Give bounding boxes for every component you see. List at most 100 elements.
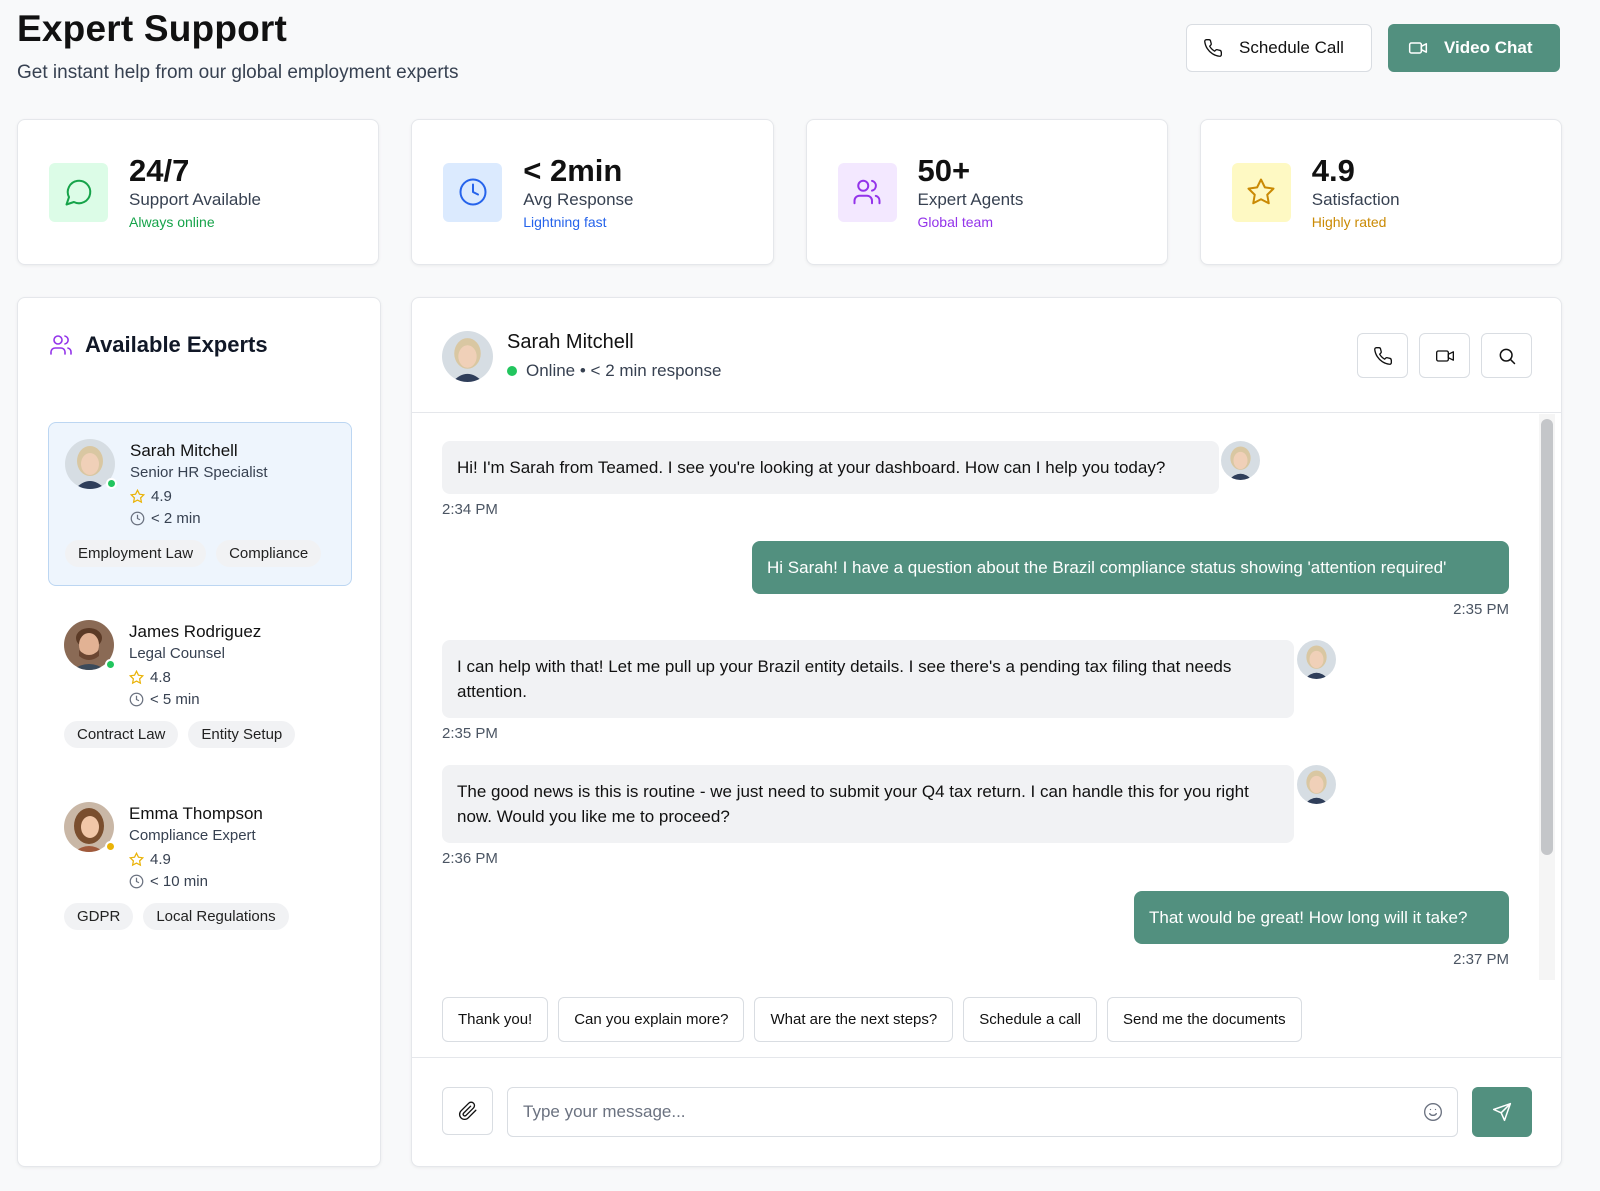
stat-icon-box — [837, 162, 897, 222]
stat-value: < 2min — [523, 152, 623, 188]
attach-button[interactable] — [442, 1087, 493, 1135]
message-list[interactable]: Hi! I'm Sarah from Teamed. I see you're … — [412, 414, 1561, 980]
stat-value: 4.9 — [1311, 152, 1355, 188]
message-incoming: Hi! I'm Sarah from Teamed. I see you're … — [442, 441, 1219, 494]
message-incoming: I can help with that! Let me pull up you… — [442, 640, 1294, 718]
call-button[interactable] — [1357, 333, 1408, 378]
avatar — [1221, 441, 1260, 480]
stat-label: Support Available — [129, 190, 262, 210]
quick-reply-send-documents[interactable]: Send me the documents — [1106, 996, 1302, 1042]
expert-name: Sarah Mitchell — [130, 441, 238, 460]
stat-card-agents: 50+ Expert Agents Global team — [805, 119, 1168, 265]
search-icon — [1499, 348, 1515, 364]
avatar — [1297, 640, 1336, 679]
star-icon — [130, 489, 145, 504]
expert-card-emma[interactable]: Emma Thompson Compliance Expert 4.9 < 10… — [48, 786, 352, 950]
clock-icon — [459, 178, 487, 206]
schedule-call-label: Schedule Call — [1239, 38, 1344, 57]
stat-note: Lightning fast — [523, 214, 607, 231]
clock-icon — [129, 874, 144, 889]
expert-rating: 4.8 — [129, 669, 261, 686]
schedule-call-button[interactable]: Schedule Call — [1186, 24, 1372, 72]
tag: Entity Setup — [188, 721, 296, 748]
response-value: < 10 min — [150, 873, 208, 890]
stat-icon-box — [443, 162, 503, 222]
clock-icon — [130, 511, 145, 526]
expert-role: Compliance Expert — [129, 827, 256, 844]
stat-card-satisfaction: 4.9 Satisfaction Highly rated — [1199, 119, 1562, 265]
chat-actions — [1357, 333, 1532, 378]
tag: Contract Law — [64, 721, 179, 748]
rating-value: 4.9 — [150, 851, 171, 868]
experts-title: Available Experts — [85, 332, 268, 357]
stat-value: 24/7 — [129, 152, 190, 188]
avatar — [64, 620, 116, 670]
paperclip-icon — [458, 1101, 476, 1121]
video-call-button[interactable] — [1419, 333, 1470, 378]
message-input[interactable] — [508, 1088, 1457, 1136]
users-icon — [50, 335, 72, 355]
stat-icon-box — [49, 162, 108, 222]
message-outgoing: Hi Sarah! I have a question about the Br… — [752, 541, 1509, 594]
send-button[interactable] — [1472, 1087, 1532, 1137]
message-time: 2:35 PM — [442, 725, 498, 742]
stat-card-support: 24/7 Support Available Always online — [17, 119, 380, 265]
avatar — [442, 331, 493, 382]
message-time: 2:37 PM — [1453, 951, 1509, 968]
search-button[interactable] — [1481, 333, 1532, 378]
page-header: Expert Support Get instant help from our… — [17, 8, 1560, 108]
stat-label: Satisfaction — [1311, 190, 1400, 210]
message-composer — [442, 1087, 1532, 1137]
star-icon — [129, 852, 144, 867]
expert-response-time: < 2 min — [130, 510, 268, 527]
expert-role: Legal Counsel — [129, 645, 225, 662]
avatar — [1297, 765, 1336, 804]
away-status-dot — [105, 841, 116, 852]
stat-icon-box — [1231, 162, 1291, 222]
chat-panel: Sarah Mitchell Online • < 2 min response… — [411, 297, 1562, 1167]
expert-name: James Rodriguez — [129, 622, 262, 641]
stat-note: Always online — [129, 214, 215, 231]
rating-value: 4.8 — [150, 669, 171, 686]
users-icon — [853, 179, 881, 205]
response-value: < 2 min — [151, 510, 201, 527]
header-actions: Schedule Call Video Chat — [1186, 24, 1560, 72]
stat-label: Expert Agents — [917, 190, 1024, 210]
phone-icon — [1373, 346, 1392, 365]
stat-label: Avg Response — [523, 190, 634, 210]
chat-contact-name: Sarah Mitchell — [507, 331, 634, 353]
tag: Employment Law — [65, 540, 207, 567]
scrollbar-thumb[interactable] — [1541, 419, 1553, 855]
quick-reply-explain-more[interactable]: Can you explain more? — [558, 996, 745, 1042]
expert-response-time: < 10 min — [129, 873, 263, 890]
status-text: Online • < 2 min response — [526, 361, 722, 380]
expert-role: Senior HR Specialist — [130, 464, 268, 481]
video-chat-button[interactable]: Video Chat — [1388, 24, 1560, 72]
message-time: 2:34 PM — [442, 501, 498, 518]
emoji-icon[interactable] — [1423, 1102, 1443, 1122]
expert-card-james[interactable]: James Rodriguez Legal Counsel 4.8 < 5 mi… — [48, 604, 352, 768]
quick-reply-schedule-call[interactable]: Schedule a call — [963, 996, 1097, 1042]
message-outgoing: That would be great! How long will it ta… — [1134, 891, 1509, 944]
experts-heading: Available Experts — [49, 332, 268, 358]
online-status-dot — [106, 478, 117, 489]
tag: GDPR — [64, 903, 134, 930]
quick-reply-thank-you[interactable]: Thank you! — [442, 996, 549, 1042]
experts-panel: Available Experts Sarah Mitchell Senior … — [17, 297, 381, 1167]
expert-card-sarah[interactable]: Sarah Mitchell Senior HR Specialist 4.9 … — [48, 422, 352, 586]
star-icon — [1247, 178, 1275, 205]
send-icon — [1492, 1102, 1512, 1122]
stat-note: Global team — [917, 214, 993, 231]
avatar — [64, 802, 116, 852]
message-time: 2:35 PM — [1453, 601, 1509, 618]
expert-rating: 4.9 — [129, 851, 263, 868]
avatar — [65, 439, 117, 489]
phone-icon — [1204, 38, 1223, 57]
quick-reply-next-steps[interactable]: What are the next steps? — [754, 996, 954, 1042]
expert-name: Emma Thompson — [129, 804, 263, 823]
star-icon — [129, 670, 144, 685]
clock-icon — [129, 692, 144, 707]
expert-tags: Employment Law Compliance — [65, 540, 335, 567]
tag: Local Regulations — [143, 903, 289, 930]
rating-value: 4.9 — [151, 488, 172, 505]
